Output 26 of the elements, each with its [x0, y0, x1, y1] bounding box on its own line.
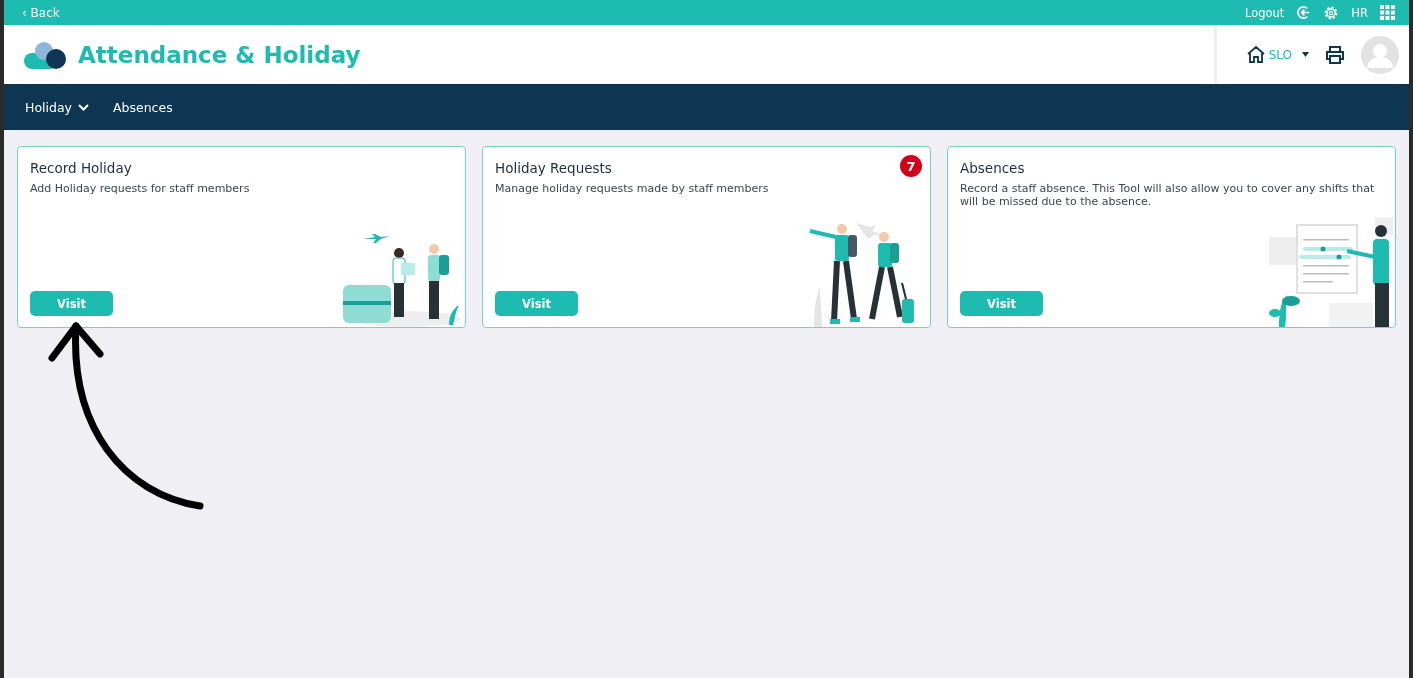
site-name: SLO: [1268, 47, 1292, 62]
card-description: Record a staff absence. This Tool will also allow you to cover any shifts that will be missed due to the absence.: [960, 182, 1376, 209]
nav-item[interactable]: Absences: [113, 99, 173, 115]
settings-icon[interactable]: [1323, 4, 1340, 21]
chevron-icon: [78, 103, 89, 111]
card-title: Holiday Requests: [495, 160, 612, 176]
visit-button[interactable]: Visit: [960, 291, 1043, 316]
print-icon[interactable]: [1325, 45, 1345, 64]
caret-icon: [1302, 52, 1309, 57]
back-link[interactable]: ‹ Back: [22, 5, 60, 20]
avatar-icon[interactable]: [1361, 35, 1399, 74]
card-title: Absences: [960, 160, 1025, 176]
card-description: Add Holiday requests for staff members: [30, 182, 251, 196]
app-grid-icon[interactable]: [1380, 5, 1395, 20]
card-title: Record Holiday: [30, 160, 132, 176]
logout-icon[interactable]: [1296, 5, 1312, 20]
nav-item[interactable]: Holiday: [25, 99, 89, 115]
logout-link[interactable]: Logout: [1245, 5, 1285, 20]
user-initials[interactable]: HR: [1351, 5, 1368, 20]
visit-button[interactable]: Visit: [495, 291, 578, 316]
home-icon: [1246, 46, 1265, 63]
visit-button[interactable]: Visit: [30, 291, 113, 316]
app-title: Attendance & Holiday: [78, 41, 361, 68]
card-description: Manage holiday requests made by staff members: [495, 182, 770, 196]
site-selector[interactable]: SLO: [1246, 46, 1309, 63]
count-badge: 7: [900, 155, 922, 177]
